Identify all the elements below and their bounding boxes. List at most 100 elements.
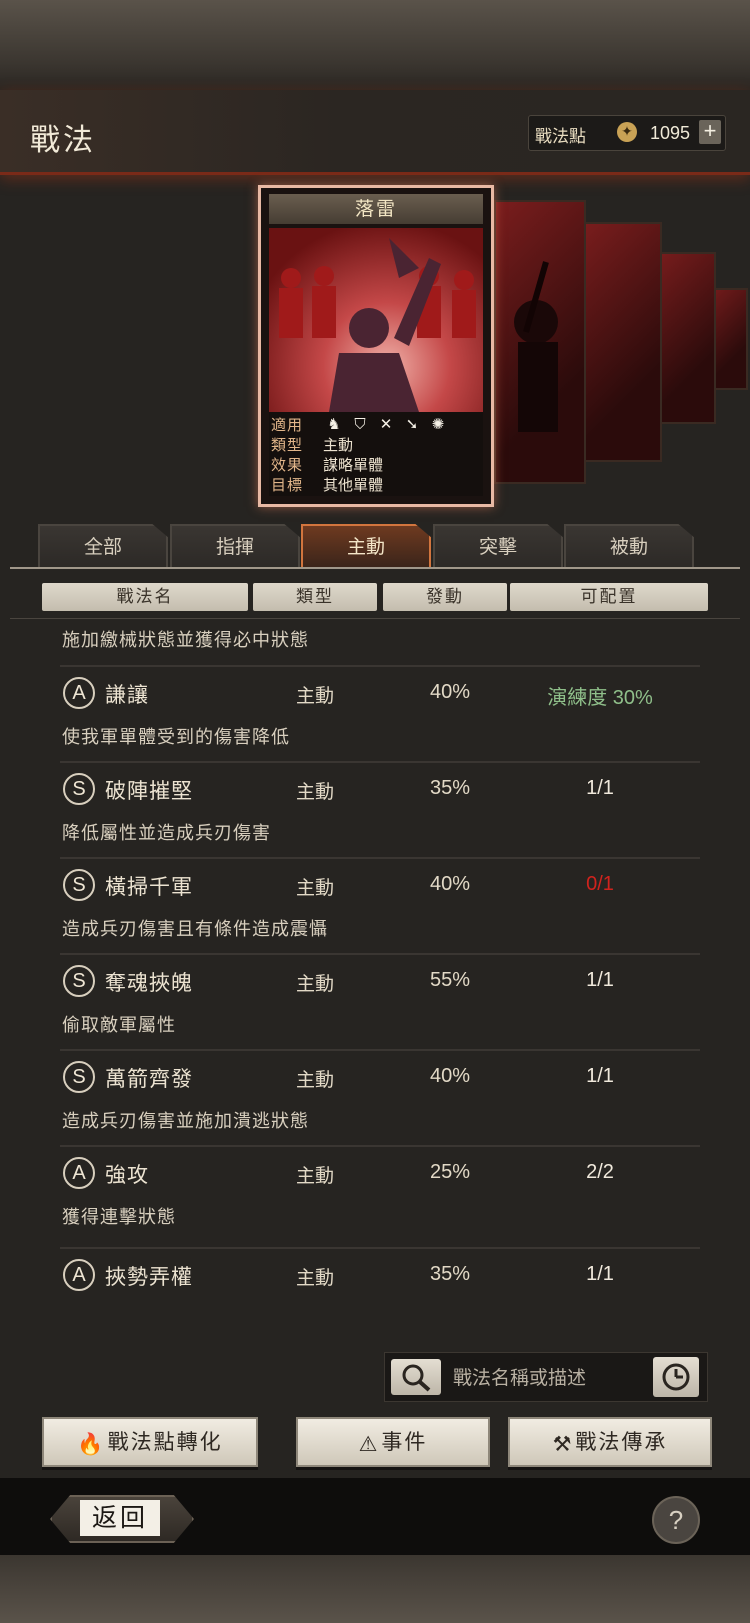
skill-description: 造成兵刃傷害並施加潰逃狀態 <box>62 1111 309 1132</box>
table-row[interactable]: S 奪魂挾魄 主動 55% 1/1 偷取敵軍屬性 <box>0 956 750 1052</box>
history-button[interactable] <box>653 1357 699 1397</box>
search-icon <box>402 1364 431 1392</box>
skill-name: 強攻 <box>105 1163 149 1187</box>
skill-type: 主動 <box>296 781 335 803</box>
tab-assault[interactable]: 突擊 <box>433 524 563 568</box>
skill-type: 主動 <box>296 1165 335 1187</box>
cavalry-icon: ♞ <box>327 415 341 433</box>
skill-type: 主動 <box>296 685 335 707</box>
skill-type: 主動 <box>296 973 335 995</box>
tactic-points-label: 戰法點 <box>535 127 586 147</box>
tab-active[interactable]: 主動 <box>301 524 431 568</box>
alert-icon: ⚠ <box>358 1431 380 1456</box>
skill-description: 造成兵刃傷害且有條件造成震懾 <box>62 919 328 940</box>
tactic-points-value: 1095 <box>649 123 691 143</box>
skill-config: 0/1 <box>586 873 614 895</box>
skill-type: 主動 <box>296 1267 335 1289</box>
row-divider <box>60 761 700 763</box>
grade-badge: A <box>63 1259 95 1291</box>
table-row[interactable]: A 強攻 主動 25% 2/2 獲得連擊狀態 <box>0 1148 750 1244</box>
skill-config: 2/2 <box>586 1161 614 1183</box>
add-points-button[interactable]: + <box>699 120 721 144</box>
skill-name: 謙讓 <box>105 683 149 707</box>
table-row[interactable]: S 橫掃千軍 主動 40% 0/1 造成兵刃傷害且有條件造成震懾 <box>0 860 750 956</box>
shield-icon: ⛉ <box>354 415 366 433</box>
carousel-card[interactable] <box>494 200 586 484</box>
skill-rate: 35% <box>429 1263 471 1285</box>
column-header-rate[interactable]: 發動 <box>383 583 507 611</box>
grade-badge: S <box>63 869 95 901</box>
skill-name: 橫掃千軍 <box>105 875 193 899</box>
table-row[interactable]: A 謙讓 主動 40% 演練度 30% 使我軍單體受到的傷害降低 <box>0 668 750 764</box>
tactic-points-box: 戰法點 ✦ 1095 + <box>528 115 726 151</box>
skill-type: 主動 <box>296 1069 335 1091</box>
skill-config: 演練度 30% <box>547 687 653 709</box>
skill-config: 1/1 <box>586 1263 614 1285</box>
skill-name: 挾勢弄權 <box>105 1265 193 1289</box>
card-info-value: 謀略單體 <box>323 456 384 474</box>
column-header-name[interactable]: 戰法名 <box>42 583 248 611</box>
card-info-row: 效果 謀略單體 <box>269 454 483 475</box>
flame-icon: 🔥 <box>77 1431 106 1456</box>
inherit-tactic-button[interactable]: ⚒戰法傳承 <box>508 1417 712 1467</box>
row-divider <box>60 953 700 955</box>
row-divider <box>60 1247 700 1249</box>
chariot-icon: ✺ <box>431 415 445 433</box>
skill-description: 使我軍單體受到的傷害降低 <box>62 727 290 748</box>
skill-rate: 40% <box>429 681 471 703</box>
skill-config: 1/1 <box>586 777 614 799</box>
tab-passive[interactable]: 被動 <box>564 524 694 568</box>
table-row[interactable]: S 破陣摧堅 主動 35% 1/1 降低屬性並造成兵刃傷害 <box>0 764 750 860</box>
skill-config: 1/1 <box>586 1065 614 1087</box>
convert-points-button[interactable]: 🔥戰法點轉化 <box>42 1417 258 1467</box>
grade-badge: S <box>63 773 95 805</box>
row-divider <box>60 1145 700 1147</box>
clock-icon <box>662 1363 690 1391</box>
skill-rate: 40% <box>429 873 471 895</box>
tactic-list[interactable]: 施加繳械狀態並獲得必中狀態 A 謙讓 主動 40% 演練度 30% 使我軍單體受… <box>0 620 750 1335</box>
card-art-silhouette <box>279 238 476 412</box>
back-label[interactable]: 返回 <box>80 1500 160 1536</box>
card-art-silhouette <box>514 261 558 432</box>
grade-badge: S <box>63 965 95 997</box>
skill-description: 偷取敵軍屬性 <box>62 1015 176 1036</box>
column-header-type[interactable]: 類型 <box>253 583 377 611</box>
table-row[interactable]: S 萬箭齊發 主動 40% 1/1 造成兵刃傷害並施加潰逃狀態 <box>0 1052 750 1148</box>
skill-rate: 35% <box>429 777 471 799</box>
search-bar <box>384 1352 708 1402</box>
card-info-row: 目標 其他單體 <box>269 474 483 495</box>
bow-icon: ✕ <box>379 415 393 433</box>
card-info-value: 其他單體 <box>323 476 384 494</box>
card-info-key: 目標 <box>271 476 304 494</box>
card-info-key: 效果 <box>271 456 304 474</box>
help-button[interactable]: ? <box>652 1496 700 1544</box>
card-title: 落雷 <box>269 194 483 224</box>
spear-icon: ➘ <box>405 415 419 433</box>
grade-badge: S <box>63 1061 95 1093</box>
skill-description: 降低屬性並造成兵刃傷害 <box>62 823 271 844</box>
skill-rate: 25% <box>429 1161 471 1183</box>
skill-config: 1/1 <box>586 969 614 991</box>
carousel-card[interactable] <box>580 222 662 462</box>
card-info-key: 類型 <box>271 436 304 454</box>
convert-points-label: 戰法點轉化 <box>107 1430 223 1454</box>
skill-type: 主動 <box>296 877 335 899</box>
skill-name: 破陣摧堅 <box>105 779 193 803</box>
skill-description: 獲得連擊狀態 <box>62 1207 176 1228</box>
page-title: 戰法 <box>30 123 96 158</box>
search-input[interactable] <box>451 1361 655 1395</box>
column-header-config[interactable]: 可配置 <box>510 583 708 611</box>
top-frame <box>0 0 750 90</box>
selected-tactic-card[interactable]: 落雷 適用 ♞ ⛉ ✕ ➘ ✺ 類型 主動 效果 謀略單體 目標 其他單體 <box>258 185 494 507</box>
skill-rate: 40% <box>429 1065 471 1087</box>
card-info-value: 主動 <box>323 436 354 454</box>
search-button[interactable] <box>391 1359 441 1395</box>
card-info-key: 適用 <box>271 416 304 434</box>
tab-all[interactable]: 全部 <box>38 524 168 568</box>
coin-icon: ✦ <box>617 122 637 142</box>
skill-rate: 55% <box>429 969 471 991</box>
card-info-row: 適用 ♞ ⛉ ✕ ➘ ✺ <box>269 414 483 435</box>
table-row[interactable]: A 挾勢弄權 主動 35% 1/1 <box>0 1250 750 1335</box>
tab-command[interactable]: 指揮 <box>170 524 300 568</box>
events-button[interactable]: ⚠事件 <box>296 1417 490 1467</box>
